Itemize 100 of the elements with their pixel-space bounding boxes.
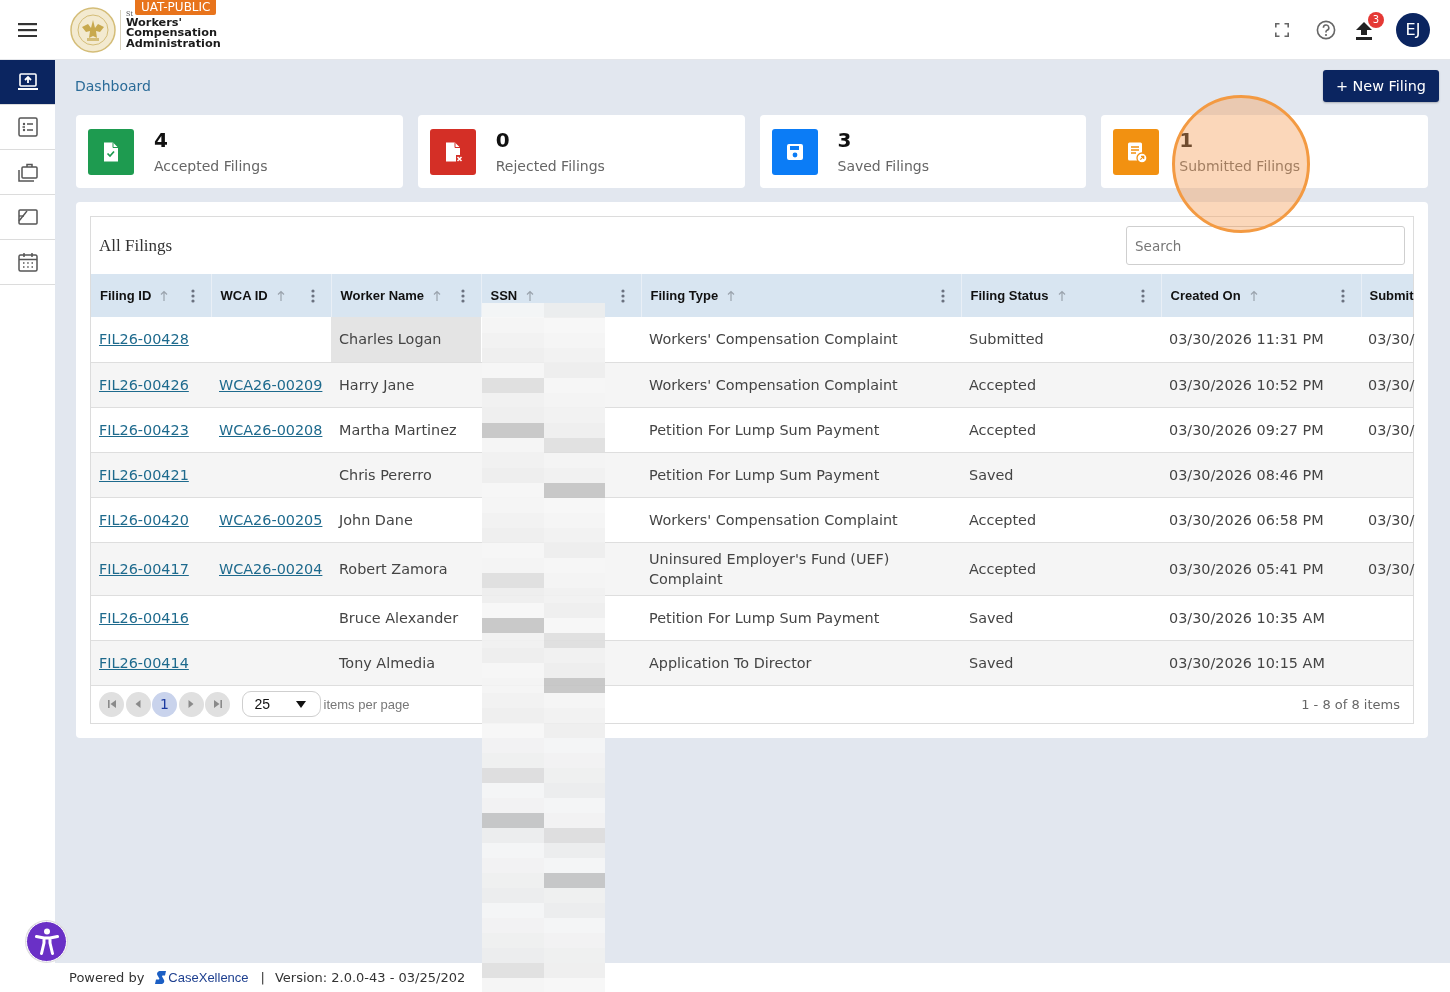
column-header[interactable]: Filing Type <box>641 274 961 317</box>
sidebar-item[interactable] <box>0 60 55 105</box>
table-cell: 03/30/2026 08:46 PM <box>1161 452 1361 497</box>
column-title: WCA ID <box>220 288 268 303</box>
table-cell: Harry Jane <box>331 362 481 407</box>
table-cell: Charles Logan <box>331 317 481 362</box>
table-cell: 03/30/ <box>1361 362 1413 407</box>
breadcrumb-link[interactable]: Dashboard <box>75 78 151 94</box>
table-cell: Robert Zamora <box>331 542 481 595</box>
stat-card[interactable]: 4 Accepted Filings <box>76 115 403 188</box>
stat-count: 1 <box>1179 127 1195 152</box>
laptop-upload-icon[interactable] <box>16 71 39 93</box>
filing-id-link[interactable]: FIL26-00416 <box>99 609 189 626</box>
stat-card[interactable]: 0 Rejected Filings <box>417 115 745 188</box>
table-cell: Accepted <box>961 542 1161 595</box>
kebab-menu-icon[interactable] <box>1140 288 1145 303</box>
version-text: Version: 2.0.0-43 - 03/25/202 <box>274 970 466 985</box>
logo-text: Administration <box>126 38 221 50</box>
page-size-label: items per page <box>323 696 410 712</box>
table-cell: 03/30/ <box>1361 542 1413 595</box>
table-cell: Saved <box>961 640 1161 685</box>
table-cell: Accepted <box>961 407 1161 452</box>
stat-count: 4 <box>154 127 169 152</box>
filing-id-link[interactable]: FIL26-00428 <box>99 331 189 348</box>
caret-down-icon[interactable] <box>295 700 306 708</box>
kebab-menu-icon[interactable] <box>940 288 945 303</box>
column-title: Created On <box>1170 288 1241 303</box>
table-cell: Bruce Alexander <box>331 595 481 640</box>
column-title: Submit <box>1369 288 1414 303</box>
brand-name: CaseXellence <box>168 970 249 985</box>
briefcase-icon[interactable] <box>16 161 39 183</box>
table-cell: 03/30/2026 10:35 AM <box>1161 595 1361 640</box>
kebab-menu-icon[interactable] <box>310 288 315 303</box>
fullscreen-icon[interactable] <box>1275 22 1289 37</box>
table-cell: 03/30/2026 10:52 PM <box>1161 362 1361 407</box>
page-size-select[interactable]: 25 <box>241 691 321 717</box>
user-avatar[interactable]: EJ <box>1396 12 1430 47</box>
table-cell: Saved <box>961 452 1161 497</box>
kebab-menu-icon[interactable] <box>190 288 195 303</box>
table-cell: John Dane <box>331 497 481 542</box>
upload-icon[interactable] <box>1356 21 1372 40</box>
table-cell: Workers' Compensation Complaint <box>641 497 961 542</box>
table-cell: Martha Martinez <box>331 407 481 452</box>
filing-id-link[interactable]: FIL26-00423 <box>99 421 189 438</box>
frame-icon[interactable] <box>16 206 39 228</box>
table-cell: 03/30/2026 09:27 PM <box>1161 407 1361 452</box>
stat-label: Saved Filings <box>837 156 929 176</box>
kebab-menu-icon[interactable] <box>460 288 465 303</box>
menu-icon[interactable] <box>18 22 37 37</box>
table-cell: 03/30/2026 06:58 PM <box>1161 497 1361 542</box>
table-cell: Tony Almedia <box>331 640 481 685</box>
table-cell: 03/30/2026 11:31 PM <box>1161 317 1361 362</box>
table-cell: Chris Pererro <box>331 452 481 497</box>
page-button[interactable]: 1 <box>152 691 177 717</box>
stat-label: Rejected Filings <box>495 156 605 176</box>
checklist-icon[interactable] <box>16 116 39 138</box>
kebab-menu-icon[interactable] <box>1340 288 1345 303</box>
column-header[interactable]: Created On <box>1161 274 1361 317</box>
column-header[interactable]: Filing Status <box>961 274 1161 317</box>
stat-count: 0 <box>495 127 511 152</box>
table-cell: 03/30/2026 05:41 PM <box>1161 542 1361 595</box>
stat-label: Submitted Filings <box>1179 156 1301 176</box>
table-cell: 03/30/ <box>1361 497 1413 542</box>
column-header[interactable]: Filing ID <box>91 274 211 317</box>
column-title: Filing Type <box>650 288 719 303</box>
help-icon[interactable] <box>1316 19 1336 40</box>
footer-text: Powered by <box>69 970 145 985</box>
table-cell: 03/30/ <box>1361 407 1413 452</box>
person-icon[interactable] <box>34 928 59 955</box>
search-field[interactable]: Search <box>1126 226 1405 265</box>
stat-label: Accepted Filings <box>154 156 268 176</box>
pagination-summary: 1 - 8 of 8 items <box>1301 696 1400 712</box>
table-cell: 03/30/ <box>1361 317 1413 362</box>
table-cell: Workers' Compensation Complaint <box>641 317 961 362</box>
environment-badge: UAT-PUBLIC <box>135 0 217 15</box>
wca-id-link[interactable]: WCA26-00208 <box>219 421 323 438</box>
new-filing-button[interactable]: + New Filing <box>1322 70 1439 102</box>
column-title: SSN <box>490 288 518 303</box>
column-header[interactable]: Worker Name <box>331 274 481 317</box>
footer-separator: | <box>260 970 265 985</box>
column-title: Filing ID <box>100 288 152 303</box>
table-cell: Accepted <box>961 497 1161 542</box>
table-cell: Petition For Lump Sum Payment <box>641 595 961 640</box>
column-header[interactable]: Submit <box>1361 274 1413 317</box>
accessibility-button[interactable] <box>26 921 67 962</box>
table-cell: Accepted <box>961 362 1161 407</box>
kebab-menu-icon[interactable] <box>620 288 625 303</box>
column-title: Worker Name <box>340 288 425 303</box>
wca-id-link[interactable]: WCA26-00205 <box>219 511 323 528</box>
calendar-icon[interactable] <box>16 251 39 273</box>
column-header[interactable]: WCA ID <box>211 274 331 317</box>
stat-count: 3 <box>837 127 853 152</box>
notification-badge: 3 <box>1368 11 1384 28</box>
table-title: All Filings <box>99 235 173 256</box>
table-cell: Petition For Lump Sum Payment <box>641 452 961 497</box>
filing-id-link[interactable]: FIL26-00420 <box>99 511 189 528</box>
logo-text: Workers' <box>126 17 182 29</box>
logo-text: Compensation <box>126 28 218 39</box>
table-cell: Saved <box>961 595 1161 640</box>
stat-card[interactable]: 3 Saved Filings <box>759 115 1087 188</box>
